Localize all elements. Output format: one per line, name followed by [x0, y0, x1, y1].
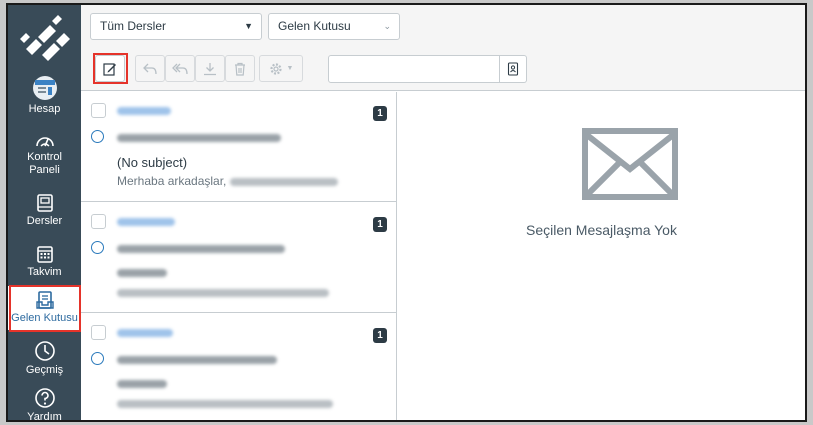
- calendar-icon: [36, 246, 53, 263]
- search-input[interactable]: [328, 55, 500, 83]
- nav-label-dashboard-2: Paneli: [29, 164, 60, 176]
- chevron-down-icon: ⌄: [383, 21, 391, 31]
- history-icon: [34, 341, 55, 361]
- nav-item-courses[interactable]: Dersler: [8, 193, 81, 228]
- redacted-preview: [117, 289, 329, 297]
- redacted-participants: [117, 134, 281, 142]
- nav-label-dashboard-1: Kontrol: [27, 151, 62, 163]
- reply-icon: [143, 63, 157, 74]
- nav-label-inbox: Gelen Kutusu: [11, 312, 78, 324]
- message-count-badge: 1: [373, 106, 387, 121]
- account-avatar-icon: [32, 76, 57, 100]
- nav-item-inbox[interactable]: Gelen Kutusu: [8, 286, 81, 330]
- nav-item-account[interactable]: Hesap: [8, 75, 81, 116]
- delete-button[interactable]: [225, 55, 255, 82]
- address-book-icon: [507, 62, 519, 76]
- select-checkbox[interactable]: [91, 325, 106, 340]
- mailbox-filter-select[interactable]: Gelen Kutusu ⌄: [268, 13, 400, 40]
- settings-menu-button[interactable]: ▼: [259, 55, 303, 82]
- redacted-sender: [117, 218, 175, 226]
- unread-indicator[interactable]: [91, 130, 104, 143]
- reply-button[interactable]: [135, 55, 165, 82]
- message-subject: (No subject): [117, 155, 188, 170]
- compose-icon: [103, 62, 116, 76]
- nav-label-history: Geçmiş: [25, 364, 64, 376]
- conversation-detail-pane: Seçilen Mesajlaşma Yok: [398, 92, 805, 420]
- message-count-badge: 1: [373, 328, 387, 343]
- course-filter-select[interactable]: Tüm Dersler ▼: [90, 13, 262, 40]
- app-window: Hesap Kontrol Paneli Dersler Takvim Gele…: [6, 3, 807, 422]
- canvas-logo[interactable]: [12, 9, 78, 67]
- reply-all-icon: [172, 63, 188, 74]
- redacted-participants: [117, 356, 277, 364]
- redacted-subject: [117, 269, 167, 277]
- courses-icon: [36, 194, 53, 212]
- redacted-participants: [117, 245, 285, 253]
- chevron-down-icon: ▼: [244, 21, 253, 31]
- compose-button[interactable]: [95, 55, 125, 82]
- global-navigation: Hesap Kontrol Paneli Dersler Takvim Gele…: [8, 5, 81, 420]
- message-toolbar: ▼: [81, 47, 805, 91]
- download-icon: [204, 62, 216, 75]
- message-preview-text: Merhaba arkadaşlar,: [117, 174, 227, 188]
- redacted-sender: [117, 107, 171, 115]
- redacted-preview: [117, 400, 333, 408]
- redacted-sender: [117, 329, 173, 337]
- unread-indicator[interactable]: [91, 241, 104, 254]
- message-count-badge: 1: [373, 217, 387, 232]
- mailbox-filter-value: Gelen Kutusu: [278, 19, 351, 33]
- trash-icon: [235, 62, 245, 76]
- conversation-item[interactable]: 1 (No subject) Merhaba arkadaşlar,: [81, 92, 397, 202]
- envelope-icon: [582, 128, 678, 200]
- conversation-item[interactable]: 1: [81, 203, 397, 313]
- nav-label-calendar: Takvim: [27, 266, 62, 278]
- course-filter-value: Tüm Dersler: [100, 19, 167, 33]
- select-checkbox[interactable]: [91, 214, 106, 229]
- reply-all-button[interactable]: [165, 55, 195, 82]
- select-checkbox[interactable]: [91, 103, 106, 118]
- nav-item-history[interactable]: Geçmiş: [8, 340, 81, 377]
- nav-label-account: Hesap: [28, 103, 61, 115]
- nav-item-dashboard[interactable]: Kontrol Paneli: [8, 131, 81, 177]
- no-conversation-selected-text: Seçilen Mesajlaşma Yok: [526, 222, 677, 238]
- nav-label-courses: Dersler: [26, 215, 63, 227]
- gear-icon: [269, 62, 282, 75]
- filter-bar: Tüm Dersler ▼ Gelen Kutusu ⌄: [81, 5, 805, 47]
- inbox-icon: [35, 291, 54, 309]
- address-book-button[interactable]: [500, 55, 527, 83]
- message-preview: Merhaba arkadaşlar,: [117, 174, 338, 188]
- dashboard-icon: [35, 137, 54, 147]
- redacted-preview: [229, 177, 338, 186]
- archive-button[interactable]: [195, 55, 225, 82]
- help-icon: [34, 388, 55, 408]
- conversation-list: 1 (No subject) Merhaba arkadaşlar, 1 1: [81, 92, 397, 420]
- nav-label-help: Yardım: [27, 411, 62, 422]
- nav-item-help[interactable]: Yardım: [8, 387, 81, 422]
- nav-item-calendar[interactable]: Takvim: [8, 244, 81, 279]
- conversation-item[interactable]: 1: [81, 314, 397, 420]
- redacted-subject: [117, 380, 167, 388]
- unread-indicator[interactable]: [91, 352, 104, 365]
- caret-down-icon: ▼: [286, 65, 294, 72]
